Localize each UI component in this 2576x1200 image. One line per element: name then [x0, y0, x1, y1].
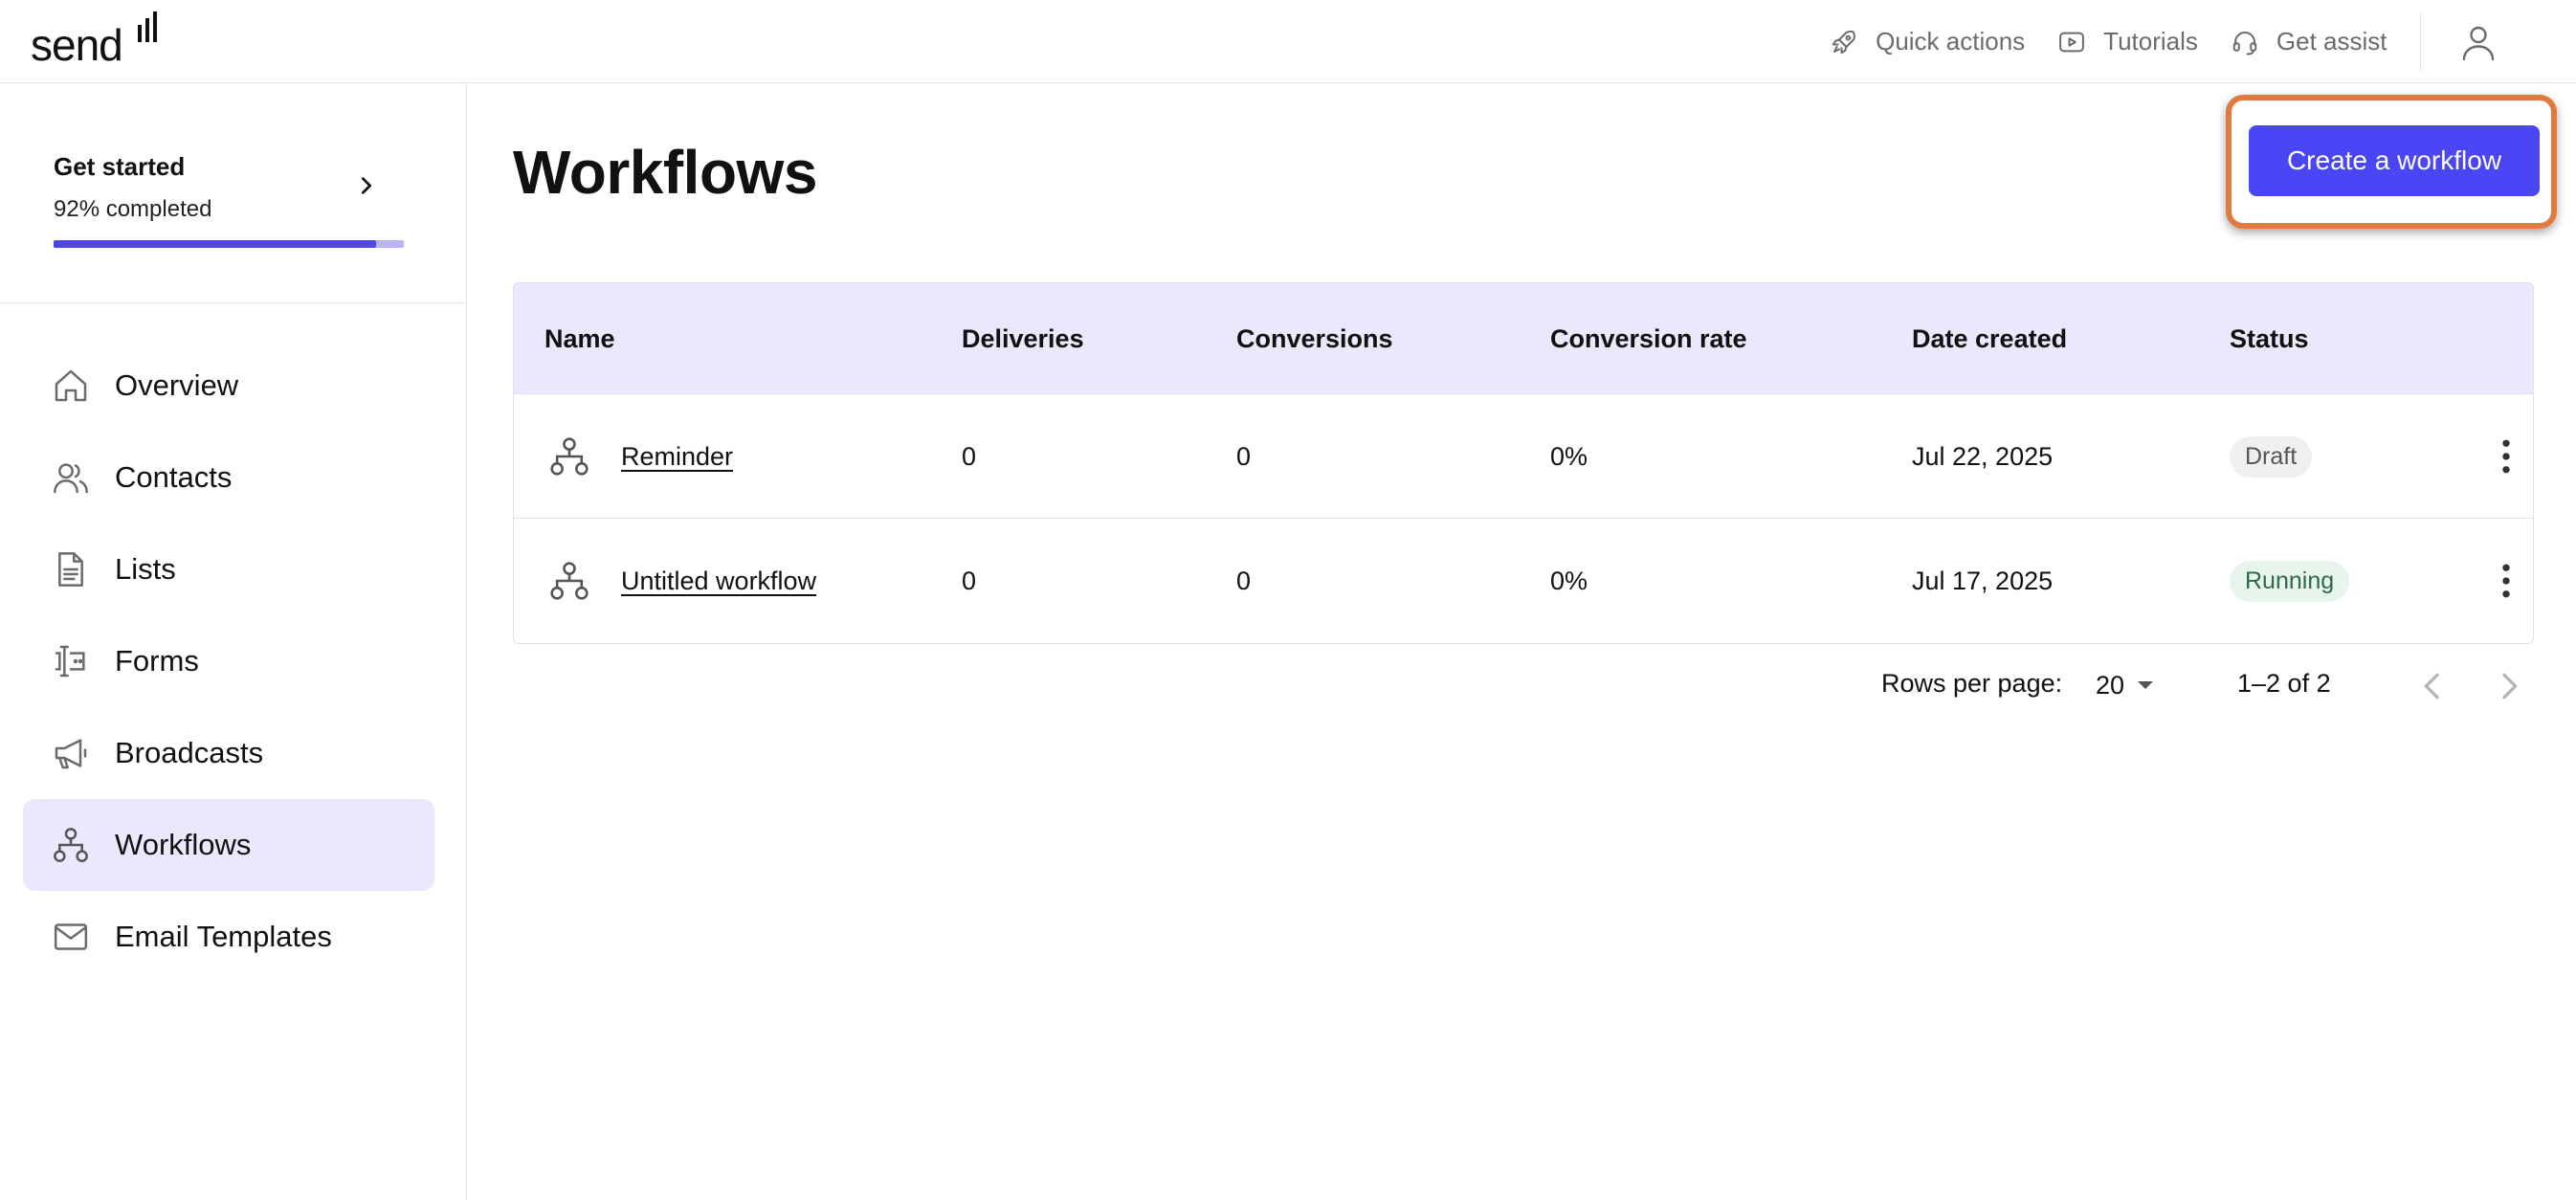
quick-actions-label: Quick actions	[1876, 27, 2026, 56]
sidebar-item-label: Overview	[115, 368, 239, 402]
top-actions: Quick actions Tutorials Get assist	[1830, 0, 2576, 83]
sidebar-item-label: Email Templates	[115, 920, 332, 953]
rows-per-page-label: Rows per page:	[1881, 669, 2063, 698]
get-started-progress-fill	[54, 240, 376, 248]
table-header: Name Deliveries Conversions Conversion r…	[514, 283, 2533, 394]
table-row[interactable]: Reminder 0 0 0% Jul 22, 2025 Draft	[514, 394, 2533, 519]
headset-icon	[2232, 31, 2257, 55]
get-started-title: Get started	[54, 152, 186, 181]
conversions-cell: 0	[1236, 566, 1252, 595]
workflow-icon	[550, 562, 588, 600]
workflows-table: Name Deliveries Conversions Conversion r…	[513, 282, 2534, 644]
rows-per-page-select[interactable]: 20	[2096, 661, 2168, 709]
workflow-name-link[interactable]: Reminder	[621, 442, 733, 472]
sidebar-nav: Overview Contacts Lists Forms Broadcasts…	[23, 340, 434, 983]
more-options-icon[interactable]	[2485, 560, 2527, 602]
play-icon	[2059, 32, 2085, 52]
sidebar-item-workflows[interactable]: Workflows	[23, 799, 434, 891]
column-header-deliveries[interactable]: Deliveries	[962, 283, 1084, 394]
sidebar-item-email-templates[interactable]: Email Templates	[23, 891, 434, 983]
user-icon[interactable]	[2461, 23, 2496, 61]
get-started-progress-text: 92% completed	[54, 196, 212, 222]
document-icon	[58, 552, 83, 587]
column-header-date-created[interactable]: Date created	[1912, 283, 2067, 394]
page-title: Workflows	[513, 138, 817, 207]
sidebar-item-label: Forms	[115, 644, 199, 678]
logo[interactable]: send	[31, 10, 157, 70]
more-options-icon[interactable]	[2485, 435, 2527, 478]
logo-text: send	[31, 20, 123, 70]
sidebar: Get started 92% completed Overview Conta…	[0, 83, 467, 1200]
status-badge: Running	[2230, 560, 2350, 602]
next-page-icon[interactable]	[2490, 667, 2528, 705]
deliveries-cell: 0	[962, 566, 977, 595]
logo-bars-icon	[138, 11, 157, 42]
pagination-range: 1–2 of 2	[2237, 669, 2331, 698]
column-header-conversion-rate[interactable]: Conversion rate	[1550, 283, 1747, 394]
column-header-conversions[interactable]: Conversions	[1236, 283, 1393, 394]
deliveries-cell: 0	[962, 441, 977, 471]
conversion-rate-cell: 0%	[1550, 566, 1588, 595]
sidebar-item-contacts[interactable]: Contacts	[23, 432, 434, 523]
sidebar-item-broadcasts[interactable]: Broadcasts	[23, 707, 434, 799]
mail-icon	[54, 923, 88, 950]
date-created-cell: Jul 17, 2025	[1912, 566, 2054, 595]
sidebar-item-label: Contacts	[115, 460, 233, 494]
pagination: Rows per page: 20 1–2 of 2	[469, 657, 2534, 715]
rocket-icon	[1832, 30, 1856, 54]
rows-per-page-value: 20	[2096, 670, 2125, 700]
create-button-highlight: Create a workflow	[2226, 95, 2557, 229]
workflow-name-link[interactable]: Untitled workflow	[621, 567, 816, 596]
conversion-rate-cell: 0%	[1550, 441, 1588, 471]
users-icon	[54, 463, 88, 494]
form-icon	[55, 645, 85, 678]
table-row[interactable]: Untitled workflow 0 0 0% Jul 17, 2025 Ru…	[514, 519, 2533, 643]
tutorials-label: Tutorials	[2103, 27, 2198, 56]
column-header-name[interactable]: Name	[544, 283, 615, 394]
top-divider	[2419, 11, 2421, 72]
status-badge: Draft	[2230, 435, 2313, 478]
sidebar-item-label: Broadcasts	[115, 736, 264, 769]
chevron-right-icon	[361, 177, 372, 194]
home-icon	[55, 369, 87, 402]
date-created-cell: Jul 22, 2025	[1912, 441, 2054, 471]
column-header-status[interactable]: Status	[2230, 283, 2309, 394]
get-assist-label: Get assist	[2276, 27, 2387, 56]
get-started-card[interactable]: Get started 92% completed	[0, 83, 465, 303]
conversions-cell: 0	[1236, 441, 1252, 471]
tutorials-button[interactable]: Tutorials	[2057, 27, 2198, 56]
get-started-progress-bar	[54, 240, 404, 248]
quick-actions-button[interactable]: Quick actions	[1830, 27, 2025, 56]
sidebar-item-lists[interactable]: Lists	[23, 523, 434, 615]
workflow-icon	[550, 437, 588, 476]
create-workflow-button[interactable]: Create a workflow	[2249, 125, 2540, 196]
sidebar-item-label: Lists	[115, 552, 176, 586]
main-content: Workflows Create a workflow Name Deliver…	[469, 83, 2576, 1200]
get-assist-button[interactable]: Get assist	[2231, 27, 2387, 56]
caret-down-icon	[2138, 681, 2154, 689]
sidebar-item-overview[interactable]: Overview	[23, 340, 434, 432]
workflow-icon	[54, 828, 88, 862]
top-bar: send Quick actions Tutorials Get assist	[0, 0, 2576, 83]
sidebar-item-label: Workflows	[115, 828, 252, 861]
megaphone-icon	[55, 739, 87, 769]
previous-page-icon[interactable]	[2413, 667, 2452, 705]
sidebar-item-forms[interactable]: Forms	[23, 615, 434, 707]
